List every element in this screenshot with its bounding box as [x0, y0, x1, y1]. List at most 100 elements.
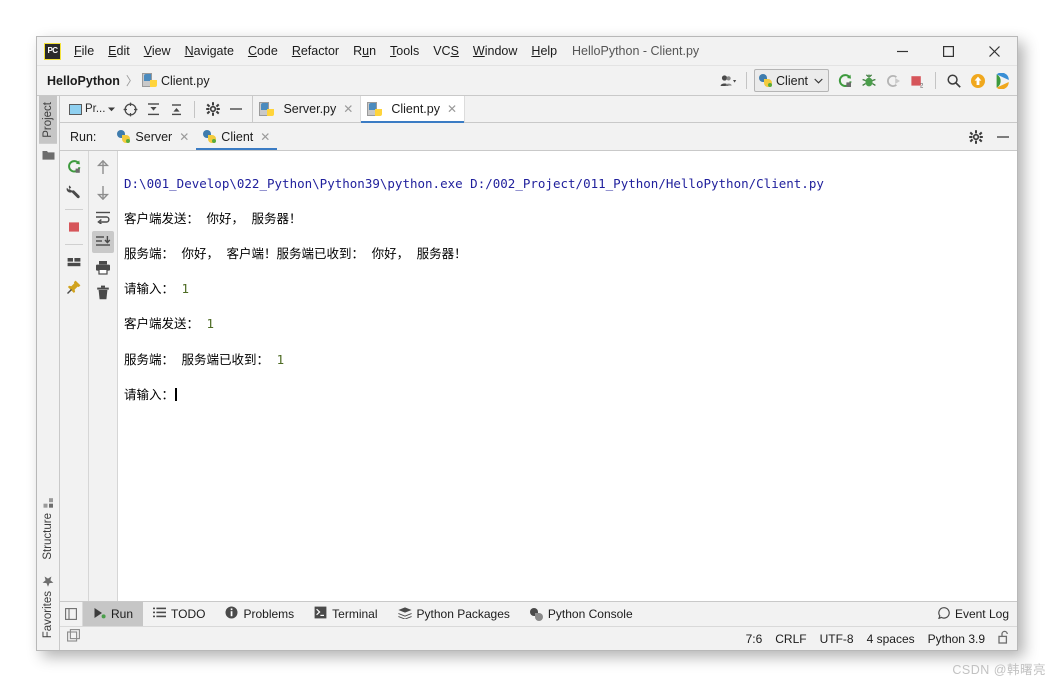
minimize-button[interactable] [879, 37, 925, 65]
packages-icon [397, 606, 412, 622]
run-tool-window: Run: Server ✕ Client ✕ D:\001_Develop\02… [60, 123, 1017, 601]
pycharm-window: PC File Edit View Navigate Code Refactor… [36, 36, 1018, 651]
menu-run[interactable]: Run [346, 41, 383, 61]
bottom-tool-run[interactable]: Run [83, 602, 144, 626]
console-output[interactable]: D:\001_Develop\022_Python\Python39\pytho… [118, 151, 1017, 601]
bottom-tool-todo[interactable]: TODO [143, 602, 215, 626]
python-logo-icon [759, 74, 773, 87]
menu-window[interactable]: Window [466, 41, 524, 61]
editor-tab-server-label: Server.py [283, 102, 337, 116]
run-tab-server-label: Server [135, 129, 173, 144]
python-interpreter[interactable]: Python 3.9 [928, 632, 985, 646]
run-coverage-button[interactable] [882, 70, 904, 92]
bottom-tool-problems[interactable]: Problems [215, 602, 304, 626]
run-tab-client-label: Client [221, 129, 254, 144]
bottom-tool-problems-label: Problems [243, 607, 295, 621]
indent-setting[interactable]: 4 spaces [867, 632, 915, 646]
collapse-all-icon[interactable] [166, 99, 187, 120]
run-configuration-selector[interactable]: Client [754, 69, 829, 92]
up-the-stack-trace-button[interactable] [92, 156, 114, 178]
editor-tab-client[interactable]: Client.py ✕ [361, 96, 466, 123]
select-opened-file-icon[interactable] [120, 99, 141, 120]
menu-vcs[interactable]: VCS [426, 41, 466, 61]
rerun-button[interactable] [63, 156, 85, 178]
project-view-selector[interactable]: Pr... [66, 99, 118, 120]
run-tab-server[interactable]: Server ✕ [110, 123, 196, 150]
bottom-tool-terminal[interactable]: Terminal [304, 602, 387, 626]
sidebar-item-structure[interactable]: Structure [39, 489, 57, 566]
maximize-button[interactable] [925, 37, 971, 65]
gear-icon[interactable] [202, 99, 223, 120]
editor-tab-server[interactable]: Server.py ✕ [253, 96, 362, 122]
run-anything-icon[interactable] [991, 70, 1013, 92]
python-console-icon [529, 607, 543, 621]
sidebar-item-favorites[interactable]: Favorites [39, 566, 57, 644]
event-log-button[interactable]: Event Log [937, 602, 1009, 626]
line-separator[interactable]: CRLF [775, 632, 806, 646]
edit-configuration-button[interactable] [63, 181, 85, 203]
update-project-icon[interactable] [967, 70, 989, 92]
chevron-down-icon [814, 78, 823, 84]
menu-edit[interactable]: Edit [101, 41, 137, 61]
watermark: CSDN @韩曙亮 [952, 663, 1046, 677]
gear-icon[interactable] [965, 126, 986, 147]
project-toolbar: Pr... [60, 96, 254, 122]
run-button[interactable] [834, 70, 856, 92]
console-line: 客户端发送： 你好， 服务器！ [124, 210, 302, 226]
scroll-to-end-button[interactable] [92, 231, 114, 253]
bottom-tool-python-console[interactable]: Python Console [520, 602, 643, 626]
hide-panel-icon[interactable] [225, 99, 246, 120]
user-accounts-icon[interactable] [717, 70, 739, 92]
print-button[interactable] [92, 256, 114, 278]
toolbar-divider [746, 72, 748, 89]
breadcrumb-file[interactable]: Client.py [161, 74, 210, 88]
menu-navigate[interactable]: Navigate [178, 41, 241, 61]
clear-all-button[interactable] [92, 281, 114, 303]
todo-icon [153, 607, 167, 621]
run-window-body: D:\001_Develop\022_Python\Python39\pytho… [60, 151, 1017, 601]
search-icon[interactable] [943, 70, 965, 92]
text-cursor [175, 387, 178, 401]
toggle-tool-windows-icon[interactable] [60, 602, 83, 626]
pin-tab-button[interactable] [63, 276, 85, 298]
hide-run-window-icon[interactable] [992, 126, 1013, 147]
run-icon [93, 607, 106, 622]
menu-file[interactable]: File [67, 41, 101, 61]
bottom-tool-run-label: Run [111, 607, 134, 621]
menu-tools[interactable]: Tools [383, 41, 426, 61]
layout-button[interactable] [63, 251, 85, 273]
bottom-tool-strip: Run TODO Problems Terminal Python Packag… [60, 601, 1017, 626]
close-icon[interactable]: ✕ [343, 103, 353, 115]
close-icon[interactable]: ✕ [260, 131, 270, 143]
expand-all-icon[interactable] [143, 99, 164, 120]
menu-code[interactable]: Code [241, 41, 285, 61]
console-command-line: D:\001_Develop\022_Python\Python39\pytho… [124, 175, 824, 191]
close-icon[interactable]: ✕ [447, 103, 457, 115]
close-icon[interactable]: ✕ [179, 131, 189, 143]
unlocked-icon[interactable] [998, 630, 1011, 647]
menu-help[interactable]: Help [524, 41, 564, 61]
bottom-tool-python-packages-label: Python Packages [416, 607, 510, 621]
file-encoding[interactable]: UTF-8 [820, 632, 854, 646]
left-tool-stripe: Project Structure Favorites [37, 96, 60, 650]
run-tab-client[interactable]: Client ✕ [196, 123, 278, 150]
bottom-tool-python-packages[interactable]: Python Packages [388, 602, 520, 626]
python-file-icon [141, 73, 157, 87]
stop-button[interactable]: 2 [906, 70, 928, 92]
menu-bar: PC File Edit View Navigate Code Refactor… [37, 37, 1017, 66]
close-button[interactable] [971, 37, 1017, 65]
caret-position[interactable]: 7:6 [746, 632, 763, 646]
menu-view[interactable]: View [137, 41, 178, 61]
event-log-label: Event Log [954, 607, 1009, 621]
breadcrumb-project[interactable]: HelloPython [47, 74, 120, 88]
project-view-label: Pr... [85, 103, 106, 115]
stop-process-button[interactable] [63, 216, 85, 238]
down-the-stack-trace-button[interactable] [92, 181, 114, 203]
sidebar-item-project[interactable]: Project [39, 96, 57, 144]
soft-wrap-button[interactable] [92, 206, 114, 228]
menu-refactor[interactable]: Refactor [285, 41, 346, 61]
balloon-icon [937, 606, 950, 622]
debug-button[interactable] [858, 70, 880, 92]
toolbar-divider-3 [194, 100, 196, 118]
memory-indicator-icon[interactable] [67, 629, 81, 648]
